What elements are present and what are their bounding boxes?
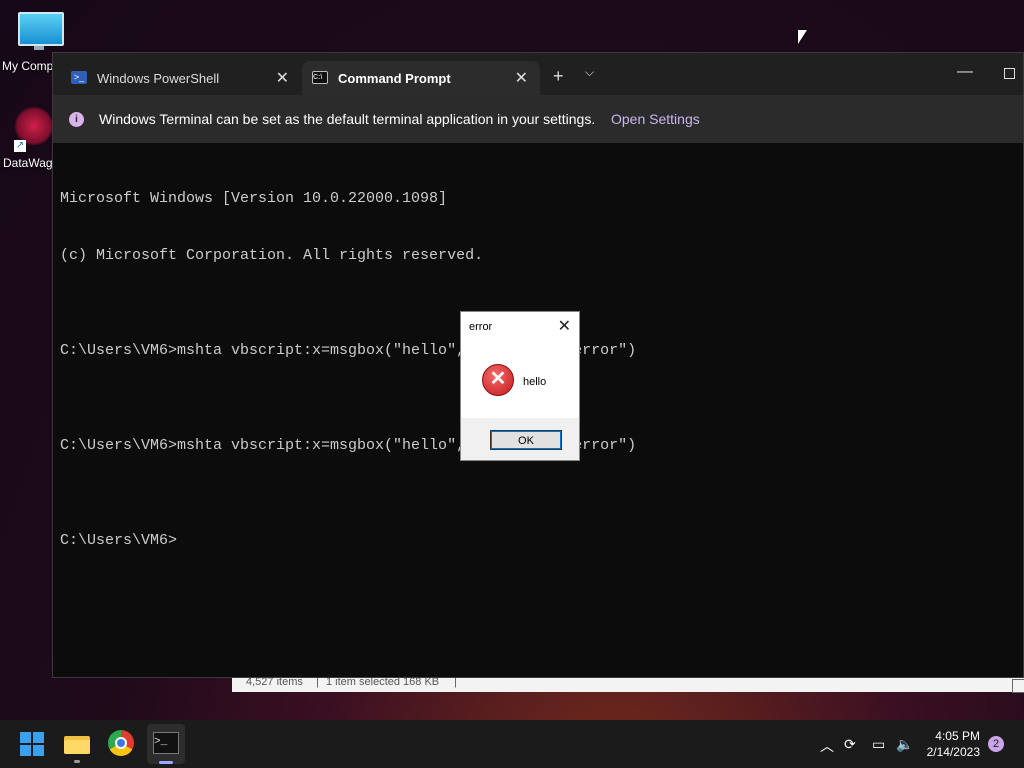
chrome-icon-center (117, 739, 125, 747)
chevron-down-icon[interactable]: ⌵ (585, 65, 594, 80)
shortcut-arrow-icon: ↗ (14, 140, 26, 152)
ok-button[interactable]: OK (490, 430, 562, 450)
monitor-icon (18, 12, 64, 46)
info-message: Windows Terminal can be set as the defau… (99, 111, 596, 127)
console-line: Microsoft Windows [Version 10.0.22000.10… (60, 190, 448, 207)
dialog-title: error (469, 321, 493, 333)
running-indicator (74, 760, 80, 763)
desktop-icon-datawag[interactable]: ↗ DataWag (0, 100, 60, 175)
tab-label: Windows PowerShell (97, 71, 220, 86)
tiles-view-icon[interactable] (1012, 679, 1024, 693)
tab-bar: >_ Windows PowerShell ✕ C:\ Command Prom… (53, 53, 1023, 95)
sync-icon[interactable]: ⟳ (844, 736, 856, 753)
windows-logo-pane (33, 745, 44, 756)
tab-windows-powershell[interactable]: >_ Windows PowerShell ✕ (61, 61, 301, 95)
close-icon[interactable]: ✕ (276, 68, 289, 88)
powershell-icon: >_ (71, 71, 87, 84)
close-icon[interactable]: ✕ (515, 68, 528, 88)
chrome-taskbar-button[interactable] (108, 730, 134, 756)
windows-logo-pane (20, 745, 31, 756)
desktop-icon-label: DataWag (3, 156, 53, 170)
dialog-message: hello (523, 376, 547, 388)
taskbar: >_ ︿ ⟳ ▭ 🔈 4:05 PM 2/14/2023 2 (0, 720, 1024, 768)
folder-front (64, 740, 90, 754)
monitor-stand (34, 46, 44, 50)
tab-label: Command Prompt (338, 71, 451, 86)
terminal-taskbar-button[interactable]: >_ (147, 724, 185, 764)
info-icon: i (69, 112, 84, 127)
desktop-icon-my-computer[interactable]: My Comp (0, 0, 64, 80)
console-line: C:\Users\VM6> (60, 532, 178, 549)
volume-icon[interactable]: 🔈 (896, 736, 913, 753)
error-message-box: error ✕ ✕ hello OK (460, 311, 580, 461)
file-explorer-taskbar-button[interactable] (64, 730, 92, 758)
error-icon: ✕ (482, 364, 514, 396)
dialog-footer: OK (461, 418, 579, 460)
console-line: (c) Microsoft Corporation. All rights re… (60, 247, 484, 264)
cmd-icon: C:\ (312, 71, 328, 84)
mouse-cursor-icon (798, 30, 807, 44)
info-bar: i Windows Terminal can be set as the def… (53, 95, 1023, 143)
open-settings-link[interactable]: Open Settings (611, 111, 700, 127)
minimize-button[interactable]: — (957, 63, 973, 81)
windows-logo-icon (20, 732, 31, 743)
clock-date: 2/14/2023 (926, 745, 980, 759)
terminal-icon: >_ (153, 732, 179, 754)
clock[interactable]: 4:05 PM 2/14/2023 (927, 728, 980, 760)
network-icon[interactable]: ▭ (872, 736, 885, 753)
clock-time: 4:05 PM (935, 729, 980, 743)
desktop-icon-label: My Comp (2, 59, 54, 73)
chevron-up-icon[interactable]: ︿ (820, 736, 834, 756)
active-indicator (159, 761, 173, 764)
windows-logo-pane (33, 732, 44, 743)
notification-badge[interactable]: 2 (988, 736, 1004, 752)
start-button[interactable] (20, 732, 44, 756)
tab-command-prompt[interactable]: C:\ Command Prompt ✕ (302, 61, 540, 95)
new-tab-button[interactable]: + (553, 66, 564, 87)
close-icon[interactable]: ✕ (558, 316, 571, 336)
maximize-button[interactable] (1004, 68, 1015, 79)
